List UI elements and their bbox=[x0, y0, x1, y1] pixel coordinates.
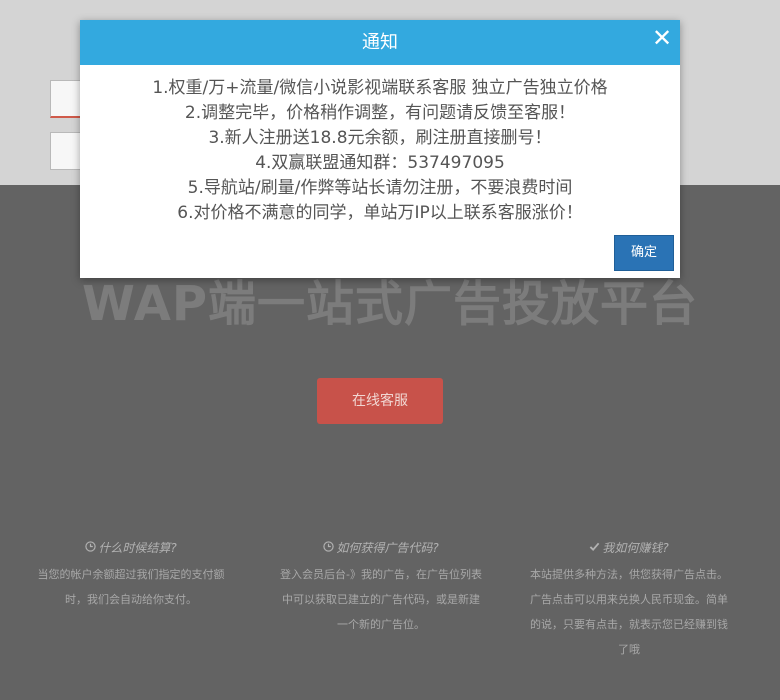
faq-question-text: 如何获得广告代码? bbox=[336, 541, 439, 555]
close-icon[interactable]: ✕ bbox=[650, 23, 674, 53]
check-icon bbox=[589, 538, 600, 558]
faq-answer: 登入会员后台-》我的广告，在广告位列表 中可以获取已建立的广告代码，或是新建 一… bbox=[266, 562, 496, 637]
online-customer-service-button[interactable]: 在线客服 bbox=[317, 378, 443, 424]
faq-answer-line: 时，我们会自动给你支付。 bbox=[65, 593, 197, 606]
faq-answer-line: 本站提供多种方法，供您获得广告点击。 bbox=[530, 568, 728, 581]
confirm-button[interactable]: 确定 bbox=[614, 235, 674, 271]
faq-answer-line: 广告点击可以用来兑换人民币现金。简单 bbox=[530, 593, 728, 606]
notice-line: 1.权重/万+流量/微信小说影视端联系客服 独立广告独立价格 bbox=[152, 78, 608, 98]
faq-answer: 本站提供多种方法，供您获得广告点击。 广告点击可以用来兑换人民币现金。简单 的说… bbox=[516, 562, 742, 662]
notice-line: 4.双赢联盟通知群：537497095 bbox=[255, 153, 505, 173]
modal-body: 1.权重/万+流量/微信小说影视端联系客服 独立广告独立价格 2.调整完毕，价格… bbox=[80, 76, 680, 226]
faq-item-settlement: 什么时候结算? 当您的帐户余额超过我们指定的支付额 时，我们会自动给你支付。 bbox=[26, 538, 236, 612]
faq-answer-line: 了哦 bbox=[618, 643, 640, 656]
notice-line: 2.调整完毕，价格稍作调整，有问题请反馈至客服！ bbox=[184, 103, 576, 123]
modal-header: 通知 ✕ bbox=[80, 20, 680, 65]
faq-answer-line: 的说，只要有点击，就表示您已经赚到钱 bbox=[530, 618, 728, 631]
notice-line: 5.导航站/刷量/作弊等站长请勿注册，不要浪费时间 bbox=[187, 178, 573, 198]
faq-answer: 当您的帐户余额超过我们指定的支付额 时，我们会自动给你支付。 bbox=[26, 562, 236, 612]
faq-question-text: 什么时候结算? bbox=[98, 541, 177, 555]
faq-item-earn-money: 我如何赚钱? 本站提供多种方法，供您获得广告点击。 广告点击可以用来兑换人民币现… bbox=[516, 538, 742, 662]
faq-item-ad-code: 如何获得广告代码? 登入会员后台-》我的广告，在广告位列表 中可以获取已建立的广… bbox=[266, 538, 496, 637]
faq-answer-line: 登入会员后台-》我的广告，在广告位列表 bbox=[280, 568, 482, 581]
faq-question: 如何获得广告代码? bbox=[266, 538, 496, 558]
clock-icon bbox=[323, 538, 334, 558]
faq-answer-line: 中可以获取已建立的广告代码，或是新建 bbox=[282, 593, 480, 606]
faq-question-text: 我如何赚钱? bbox=[602, 541, 669, 555]
faq-answer-line: 当您的帐户余额超过我们指定的支付额 bbox=[37, 568, 225, 581]
modal-title: 通知 bbox=[362, 32, 398, 53]
notice-line: 6.对价格不满意的同学，单站万IP以上联系客服涨价！ bbox=[177, 203, 583, 223]
faq-question: 我如何赚钱? bbox=[516, 538, 742, 558]
clock-icon bbox=[85, 538, 96, 558]
faq-question: 什么时候结算? bbox=[26, 538, 236, 558]
notice-line: 3.新人注册送18.8元余额，刷注册直接删号！ bbox=[208, 128, 552, 148]
faq-answer-line: 一个新的广告位。 bbox=[337, 618, 425, 631]
notice-modal: 通知 ✕ 1.权重/万+流量/微信小说影视端联系客服 独立广告独立价格 2.调整… bbox=[80, 20, 680, 278]
